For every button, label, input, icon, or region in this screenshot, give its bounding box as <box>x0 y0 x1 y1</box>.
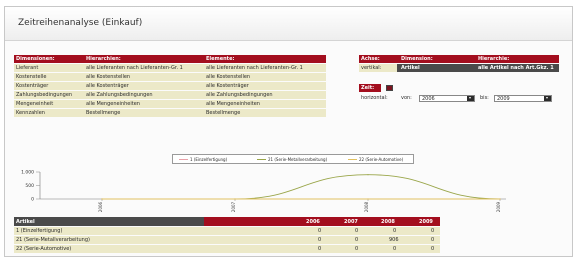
table-row-label: 21 (Serie-Metallverarbeitung) <box>16 237 90 243</box>
table-cell: 906 <box>389 237 399 243</box>
table-header-label: Artikel <box>16 219 35 225</box>
table-row-bg <box>14 227 440 235</box>
table-row-label: 22 (Serie-Automotive) <box>16 246 72 252</box>
series-point-2 <box>367 174 369 176</box>
series-point-3 <box>101 198 103 200</box>
x-tick-label: 2006 <box>98 201 103 212</box>
table-header-dark <box>14 217 204 226</box>
x-tick-label: 2007 <box>231 201 236 212</box>
table-year-header: 2007 <box>344 219 358 225</box>
y-tick-label: 0 <box>31 197 34 203</box>
x-tick-label: 2009 <box>496 201 501 212</box>
x-tick-label: 2008 <box>364 201 369 212</box>
table-year-header: 2006 <box>306 219 320 225</box>
table-cell: 0 <box>318 228 322 234</box>
table-cell: 0 <box>318 246 322 252</box>
table-cell: 0 <box>355 228 359 234</box>
table-cell: 0 <box>355 237 359 243</box>
series-point-3 <box>367 198 369 200</box>
table-row-label: 1 (Einzelfertigung) <box>16 228 63 234</box>
series-point-3 <box>499 198 501 200</box>
table-row-bg <box>14 245 440 253</box>
table-cell: 0 <box>393 246 397 252</box>
table-header-red <box>204 217 440 226</box>
table-cell: 0 <box>431 228 435 234</box>
table-cell: 0 <box>431 246 435 252</box>
y-tick-label: 1.000 <box>21 170 34 176</box>
table-cell: 0 <box>318 237 322 243</box>
table-cell: 0 <box>355 246 359 252</box>
series-line-2 <box>102 174 501 200</box>
table-cell: 0 <box>431 237 435 243</box>
table-year-header: 2008 <box>381 219 395 225</box>
y-tick-label: 500 <box>25 183 34 189</box>
series-point-3 <box>234 198 236 200</box>
table-cell: 0 <box>393 228 397 234</box>
table-year-header: 2009 <box>419 219 433 225</box>
